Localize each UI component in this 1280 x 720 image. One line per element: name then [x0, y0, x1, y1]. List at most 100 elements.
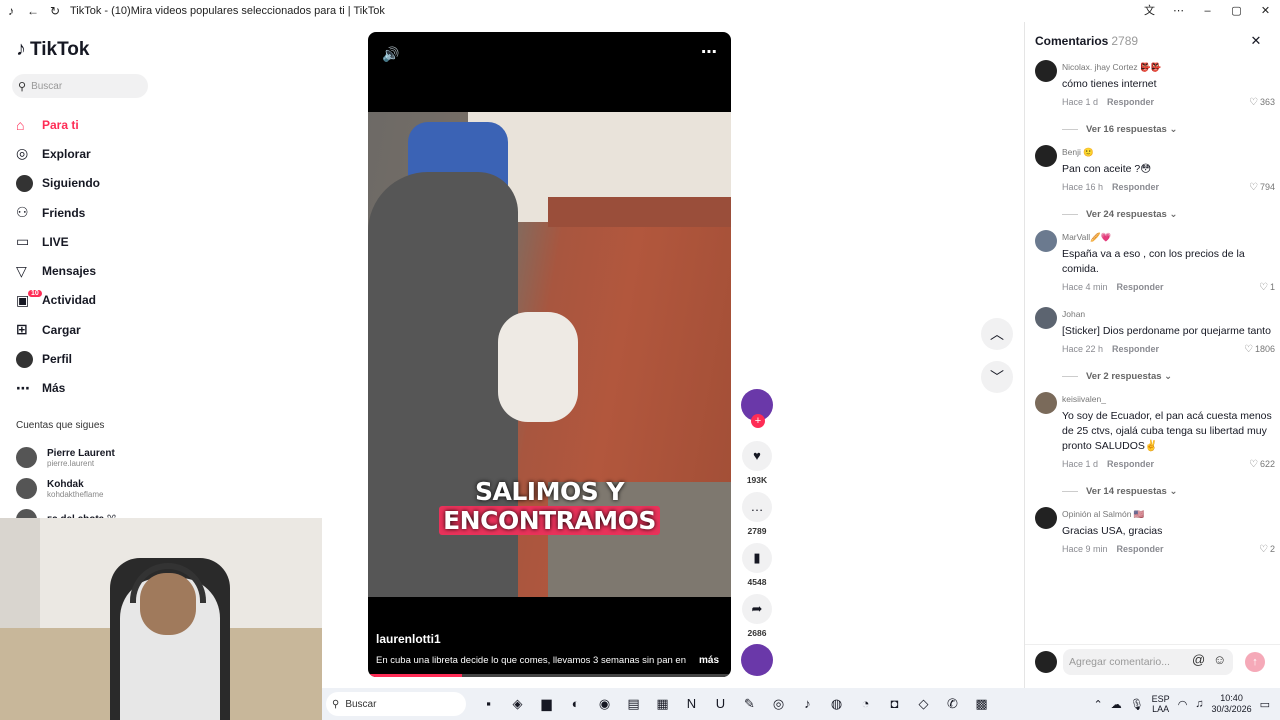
volume-icon[interactable]: 🔊 — [382, 46, 399, 63]
search-input[interactable]: ⚲ Buscar — [12, 74, 148, 98]
notifications-icon[interactable]: ▭ — [1260, 698, 1270, 711]
chevron-up-icon[interactable]: ⌃ — [1093, 698, 1102, 711]
send-icon[interactable]: ↑ — [1245, 652, 1265, 672]
comment-likes[interactable]: ♡ 363 — [1249, 97, 1275, 108]
heart-icon[interactable]: ♥ — [742, 441, 772, 471]
tiktok-taskbar-icon[interactable]: ♪ — [793, 696, 822, 712]
like-action[interactable]: ♥ 193K — [740, 441, 774, 489]
nav-item-para-ti[interactable]: ⌂ Para ti — [16, 110, 156, 139]
heart-outline-icon[interactable]: ♡ — [1259, 544, 1268, 555]
app-icon[interactable]: ◉ — [590, 696, 619, 712]
taskbar-search[interactable]: ⚲ Buscar — [326, 692, 466, 716]
reply-button[interactable]: Responder — [1107, 459, 1154, 469]
chevron-up-icon[interactable]: ︿ — [981, 318, 1013, 350]
heart-outline-icon[interactable]: ♡ — [1244, 344, 1253, 355]
share-action[interactable]: ➦ 2686 — [740, 594, 774, 642]
onedrive-icon[interactable]: ☁ — [1111, 698, 1122, 711]
instagram-icon[interactable]: ◎ — [764, 696, 793, 712]
save-action[interactable]: ▮ 4548 — [740, 543, 774, 591]
spotify-icon[interactable]: ◔ — [851, 696, 880, 712]
volume-icon[interactable]: ♫ — [1195, 698, 1203, 710]
comment-user[interactable]: MarVall🥖💗 — [1062, 230, 1275, 247]
comment-likes[interactable]: ♡ 2 — [1259, 544, 1275, 555]
minimize-icon[interactable]: – — [1193, 0, 1222, 22]
video-player[interactable]: 🔊 ⋯ SALIMOS Y ENCONTRAMOS laurenlotti1 E… — [368, 32, 731, 677]
nav-item-mas[interactable]: ⋯ Más — [16, 374, 156, 403]
bookmark-icon[interactable]: ▮ — [742, 543, 772, 573]
tiktok-logo[interactable]: ♪ TikTok — [16, 38, 89, 61]
reply-button[interactable]: Responder — [1117, 544, 1164, 554]
wifi-icon[interactable]: ◠ — [1178, 698, 1188, 711]
reply-button[interactable]: Responder — [1112, 344, 1159, 354]
following-account[interactable]: Kohdak kohdaktheflame — [16, 473, 156, 504]
emoji-icon[interactable]: ☺ — [1213, 652, 1226, 667]
comment-user[interactable]: keisiivalen_ — [1062, 392, 1275, 409]
comment-user[interactable]: Benji 🙂 — [1062, 145, 1275, 162]
avatar[interactable] — [1035, 230, 1057, 252]
comment-likes[interactable]: ♡ 622 — [1249, 459, 1275, 470]
nav-item-siguiendo[interactable]: Siguiendo — [16, 169, 156, 198]
close-icon[interactable]: ✕ — [1251, 0, 1280, 22]
maximize-icon[interactable]: ▢ — [1222, 0, 1251, 22]
reply-button[interactable]: Responder — [1112, 182, 1159, 192]
app-icon[interactable]: ▩ — [967, 696, 996, 712]
reply-button[interactable]: Responder — [1117, 282, 1164, 292]
back-icon[interactable]: ← — [22, 4, 44, 18]
view-replies-link[interactable]: Ver 16 respuestas ⌄ — [1035, 114, 1275, 145]
task-view-icon[interactable]: ▪ — [474, 696, 503, 712]
my-avatar[interactable] — [1035, 651, 1057, 673]
comment-likes[interactable]: ♡ 794 — [1249, 182, 1275, 193]
edge-icon[interactable]: ◐ — [561, 696, 590, 712]
comment-likes[interactable]: ♡ 1 — [1259, 282, 1275, 293]
comment-icon[interactable]: … — [742, 492, 772, 522]
comment-input[interactable]: Agregar comentario... — [1063, 649, 1233, 675]
avatar[interactable] — [1035, 507, 1057, 529]
notes-icon[interactable]: ✎ — [735, 696, 764, 712]
nav-item-friends[interactable]: ⚇ Friends — [16, 198, 156, 227]
chevron-down-icon[interactable]: ﹀ — [981, 361, 1013, 393]
language-indicator[interactable]: ESP LAA — [1152, 694, 1170, 714]
calculator-icon[interactable]: ▦ — [648, 696, 677, 712]
chrome-icon[interactable]: ◍ — [822, 696, 851, 712]
avatar[interactable] — [1035, 392, 1057, 414]
nav-item-cargar[interactable]: ⊞ Cargar — [16, 315, 156, 344]
nav-item-mensajes[interactable]: ▽ Mensajes — [16, 256, 156, 285]
share-icon[interactable]: ➦ — [742, 594, 772, 624]
following-account[interactable]: Pierre Laurent pierre.laurent — [16, 442, 156, 473]
heart-outline-icon[interactable]: ♡ — [1249, 459, 1258, 470]
reload-icon[interactable]: ↻ — [44, 4, 66, 18]
whatsapp-icon[interactable]: ✆ — [938, 696, 967, 712]
reply-button[interactable]: Responder — [1107, 97, 1154, 107]
microphone-icon[interactable]: 🎙 — [1130, 698, 1144, 711]
heart-outline-icon[interactable]: ♡ — [1259, 282, 1268, 293]
app-icon[interactable]: ◇ — [909, 696, 938, 712]
comment-user[interactable]: Nicolax. jhay Cortez 👺👺 — [1062, 60, 1275, 77]
video-author[interactable]: laurenlotti1 — [376, 632, 441, 646]
music-disc-avatar[interactable] — [741, 644, 773, 676]
comment-user[interactable]: Opinión al Salmón 🇺🇸 — [1062, 507, 1275, 524]
file-explorer-icon[interactable]: ▆ — [532, 696, 561, 712]
netflix-icon[interactable]: N — [677, 696, 706, 712]
copilot-icon[interactable]: ◈ — [503, 696, 532, 712]
app-icon[interactable]: ◘ — [880, 696, 909, 712]
video-progress-bar[interactable] — [368, 674, 731, 677]
comment-likes[interactable]: ♡ 1806 — [1244, 344, 1275, 355]
avatar[interactable] — [1035, 307, 1057, 329]
follow-plus-icon[interactable]: + — [751, 414, 765, 428]
view-replies-link[interactable]: Ver 24 respuestas ⌄ — [1035, 199, 1275, 230]
upwork-icon[interactable]: U — [706, 696, 735, 712]
store-icon[interactable]: ▤ — [619, 696, 648, 712]
nav-item-actividad[interactable]: ▣ 10 Actividad — [16, 286, 156, 315]
comment-user[interactable]: Johan — [1062, 307, 1275, 324]
close-comments-icon[interactable]: ✕ — [1246, 31, 1266, 51]
nav-item-perfil[interactable]: Perfil — [16, 344, 156, 373]
video-more-icon[interactable]: ⋯ — [701, 42, 717, 62]
nav-item-live[interactable]: ▭ LIVE — [16, 227, 156, 256]
avatar[interactable] — [1035, 60, 1057, 82]
clock[interactable]: 10:40 30/3/2026 — [1212, 693, 1252, 715]
heart-outline-icon[interactable]: ♡ — [1249, 97, 1258, 108]
mention-icon[interactable]: @ — [1192, 652, 1205, 667]
comment-action[interactable]: … 2789 — [740, 492, 774, 540]
avatar[interactable] — [1035, 145, 1057, 167]
heart-outline-icon[interactable]: ♡ — [1249, 182, 1258, 193]
